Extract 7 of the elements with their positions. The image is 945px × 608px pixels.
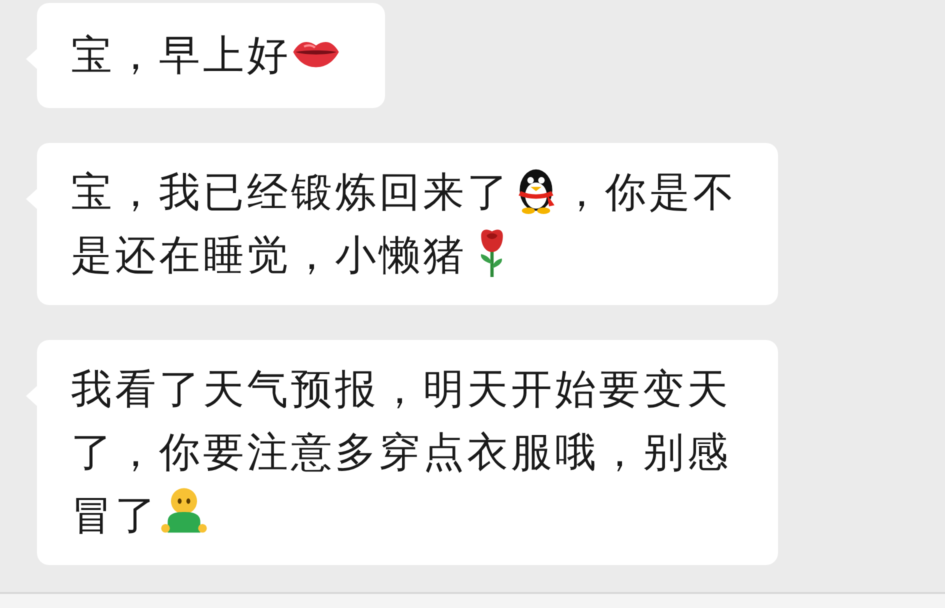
message-text: 冒了 — [71, 491, 159, 539]
message-text: 了，你要注意多穿点衣服哦，别感 — [71, 428, 731, 476]
message-text: 我看了天气预报，明天开始要变天 — [71, 365, 731, 413]
message-text: ，你是不 — [561, 168, 737, 216]
message-text: 是还在睡觉，小懒猪 — [71, 231, 467, 279]
message-text: 宝，早上好 — [71, 31, 291, 79]
message-text: 宝，我已经锻炼回来了 — [71, 168, 511, 216]
